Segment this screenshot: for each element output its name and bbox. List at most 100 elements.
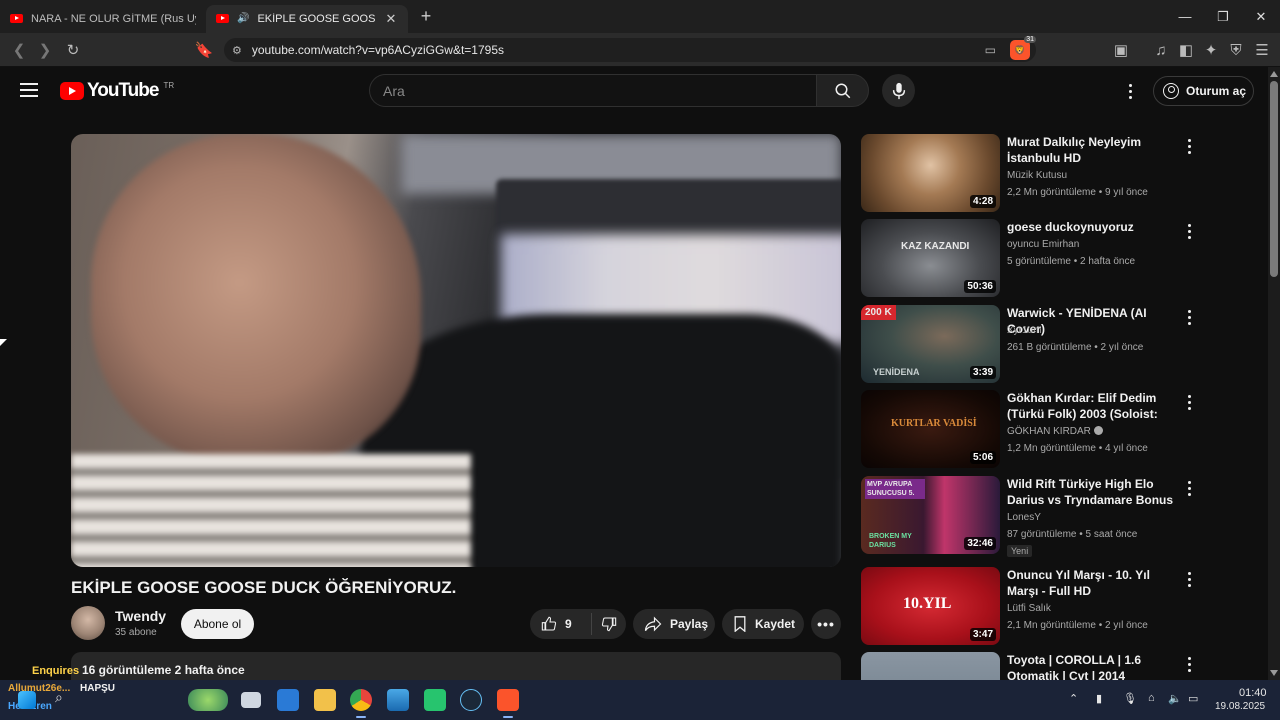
- video-thumbnail[interactable]: [861, 652, 1000, 680]
- channel-avatar[interactable]: [71, 606, 105, 640]
- scroll-down-icon[interactable]: [1270, 670, 1278, 676]
- clock-date[interactable]: 19.08.2025: [1215, 701, 1265, 712]
- like-button[interactable]: 9: [530, 613, 592, 635]
- chrome-icon[interactable]: [350, 689, 372, 711]
- recommendation-menu-button[interactable]: [1182, 479, 1196, 497]
- recommendation-channel[interactable]: oyuncu Emirhan: [1007, 239, 1079, 250]
- hamburger-menu-icon[interactable]: [20, 83, 38, 97]
- recommendation-title[interactable]: Murat Dalkılıç Neyleyim İstanbulu HD: [1007, 134, 1179, 166]
- recommendation-channel-name[interactable]: GÖKHAN KIRDAR: [1007, 426, 1091, 437]
- scroll-up-icon[interactable]: [1270, 71, 1278, 77]
- task-view-icon[interactable]: [241, 692, 261, 708]
- recommendation-channel[interactable]: GÖKHAN KIRDAR: [1007, 426, 1103, 437]
- recommendation-channel[interactable]: Lütfi Salık: [1007, 603, 1051, 614]
- brave-taskbar-icon[interactable]: [497, 689, 519, 711]
- tab-active[interactable]: 🔊 EKİPLE GOOSE GOOSE DUCK ✕: [206, 4, 408, 33]
- tab-close-icon[interactable]: ✕: [384, 11, 398, 27]
- back-button[interactable]: ❮: [6, 37, 32, 63]
- video-duration: 3:47: [969, 628, 996, 641]
- video-duration: 32:46: [964, 537, 996, 550]
- sign-in-button[interactable]: Oturum aç: [1153, 76, 1254, 106]
- tray-mic-icon[interactable]: 🎙: [1123, 692, 1137, 705]
- voice-search-button[interactable]: [882, 74, 915, 107]
- share-button[interactable]: Paylaş: [633, 609, 715, 639]
- youtube-logo[interactable]: YouTube TR: [60, 80, 174, 102]
- recommendation-title[interactable]: Wild Rift Türkiye High Elo Darius vs Try…: [1007, 476, 1179, 508]
- more-actions-button[interactable]: •••: [811, 609, 841, 639]
- tab-title: EKİPLE GOOSE GOOSE DUCK: [257, 12, 376, 25]
- steam-icon[interactable]: [460, 689, 482, 711]
- store-icon[interactable]: [277, 689, 299, 711]
- tray-overflow-icon[interactable]: ⌃: [1069, 692, 1078, 705]
- video-thumbnail[interactable]: MVP AVRUPA SUNUCUSU 5. BROKEN MY DARIUS …: [861, 476, 1000, 554]
- recommendation-title[interactable]: Onuncu Yıl Marşı - 10. Yıl Marşı - Full …: [1007, 567, 1179, 599]
- subscribe-button[interactable]: Abone ol: [181, 609, 254, 639]
- recommendation-item[interactable]: KURTLAR VADİSİ 5:06 Gökhan Kırdar: Elif …: [861, 390, 1191, 470]
- video-thumbnail[interactable]: 200 K YENİDENA 3:39: [861, 305, 1000, 383]
- brave-shields-icon[interactable]: 🦁 31: [1010, 36, 1036, 60]
- video-thumbnail[interactable]: KAZ KAZANDI 50:36: [861, 219, 1000, 297]
- sidebar-icon[interactable]: ◧: [1173, 37, 1199, 63]
- site-settings-icon[interactable]: ⚙: [232, 44, 242, 57]
- recommendation-item[interactable]: 4:28 Murat Dalkılıç Neyleyim İstanbulu H…: [861, 134, 1191, 214]
- recommendation-item[interactable]: 200 K YENİDENA 3:39 Warwick - YENİDENA (…: [861, 305, 1191, 385]
- tray-app-icon[interactable]: ▮: [1096, 692, 1102, 705]
- new-badge: Yeni: [1007, 545, 1033, 557]
- recommendation-item[interactable]: Toyota | COROLLA | 1.6 Otomatik | Cvt | …: [861, 652, 1191, 680]
- recommendation-item[interactable]: KAZ KAZANDI 50:36 goese duckoynuyoruz oy…: [861, 219, 1191, 299]
- close-window-button[interactable]: ✕: [1242, 0, 1280, 33]
- recommendation-menu-button[interactable]: [1182, 570, 1196, 588]
- recommendation-item[interactable]: 10.YIL 3:47 Onuncu Yıl Marşı - 10. Yıl M…: [861, 567, 1191, 647]
- media-icon[interactable]: ♫: [1148, 37, 1174, 63]
- menu-icon[interactable]: ☰: [1249, 37, 1275, 63]
- recommendation-menu-button[interactable]: [1182, 137, 1196, 155]
- game-app-icon[interactable]: [424, 689, 446, 711]
- forward-button[interactable]: ❯: [32, 37, 58, 63]
- search-input[interactable]: Ara: [369, 74, 816, 107]
- recommendation-title[interactable]: goese duckoynuyoruz: [1007, 219, 1179, 235]
- scroll-thumb[interactable]: [1270, 81, 1278, 277]
- volume-icon[interactable]: 🔈: [1168, 692, 1182, 705]
- widgets-icon[interactable]: [188, 689, 228, 711]
- reload-button[interactable]: ↻: [60, 37, 86, 63]
- recommendation-channel[interactable]: LonesY: [1007, 512, 1041, 523]
- video-thumbnail[interactable]: 10.YIL 3:47: [861, 567, 1000, 645]
- audio-playing-icon[interactable]: 🔊: [237, 13, 249, 24]
- save-button[interactable]: Kaydet: [722, 609, 804, 639]
- channel-name[interactable]: Twendy: [115, 608, 166, 624]
- recommendation-channel[interactable]: Müzik Kutusu: [1007, 170, 1067, 181]
- photos-icon[interactable]: [387, 689, 409, 711]
- network-icon[interactable]: ⌂: [1148, 692, 1155, 704]
- recommendation-item[interactable]: MVP AVRUPA SUNUCUSU 5. BROKEN MY DARIUS …: [861, 476, 1191, 557]
- bookmark-icon[interactable]: 🔖: [191, 37, 217, 63]
- file-explorer-icon[interactable]: [314, 689, 336, 711]
- page-scrollbar[interactable]: [1268, 67, 1280, 680]
- windows-start-icon[interactable]: [18, 691, 36, 709]
- settings-menu-button[interactable]: [1121, 79, 1139, 103]
- leo-ai-icon[interactable]: ✦: [1198, 37, 1224, 63]
- cast-icon[interactable]: ▭: [985, 43, 996, 57]
- recommendation-menu-button[interactable]: [1182, 222, 1196, 240]
- clock-time[interactable]: 01:40: [1239, 687, 1267, 699]
- tab-inactive[interactable]: NARA - NE OLUR GİTME (Rus Uyarla: [0, 5, 206, 33]
- address-bar[interactable]: ⚙ youtube.com/watch?v=vp6ACyziGGw&t=1795…: [224, 38, 1036, 62]
- video-thumbnail[interactable]: 4:28: [861, 134, 1000, 212]
- maximize-button[interactable]: ❐: [1204, 0, 1242, 33]
- url-text[interactable]: youtube.com/watch?v=vp6ACyziGGw&t=1795s: [252, 43, 985, 57]
- new-tab-button[interactable]: +: [412, 6, 440, 27]
- video-player[interactable]: [71, 134, 841, 567]
- recommendation-menu-button[interactable]: [1182, 308, 1196, 326]
- dislike-button[interactable]: [592, 616, 626, 632]
- recommendation-menu-button[interactable]: [1182, 393, 1196, 411]
- search-taskbar-icon[interactable]: ⌕: [55, 689, 77, 711]
- battery-icon[interactable]: ▭: [1188, 692, 1198, 705]
- recommendation-menu-button[interactable]: [1182, 655, 1191, 673]
- recommendation-title[interactable]: Toyota | COROLLA | 1.6 Otomatik | Cvt | …: [1007, 652, 1179, 680]
- video-thumbnail[interactable]: KURTLAR VADİSİ 5:06: [861, 390, 1000, 468]
- minimize-button[interactable]: —: [1166, 0, 1204, 33]
- search-button[interactable]: [816, 74, 869, 107]
- recommendation-title[interactable]: Gökhan Kırdar: Elif Dedim (Türkü Folk) 2…: [1007, 390, 1179, 422]
- reader-mode-icon[interactable]: ▣: [1108, 37, 1134, 63]
- vpn-shield-icon[interactable]: ⛨: [1223, 37, 1249, 63]
- recommendation-channel[interactable]: Xyr1um: [1007, 325, 1041, 336]
